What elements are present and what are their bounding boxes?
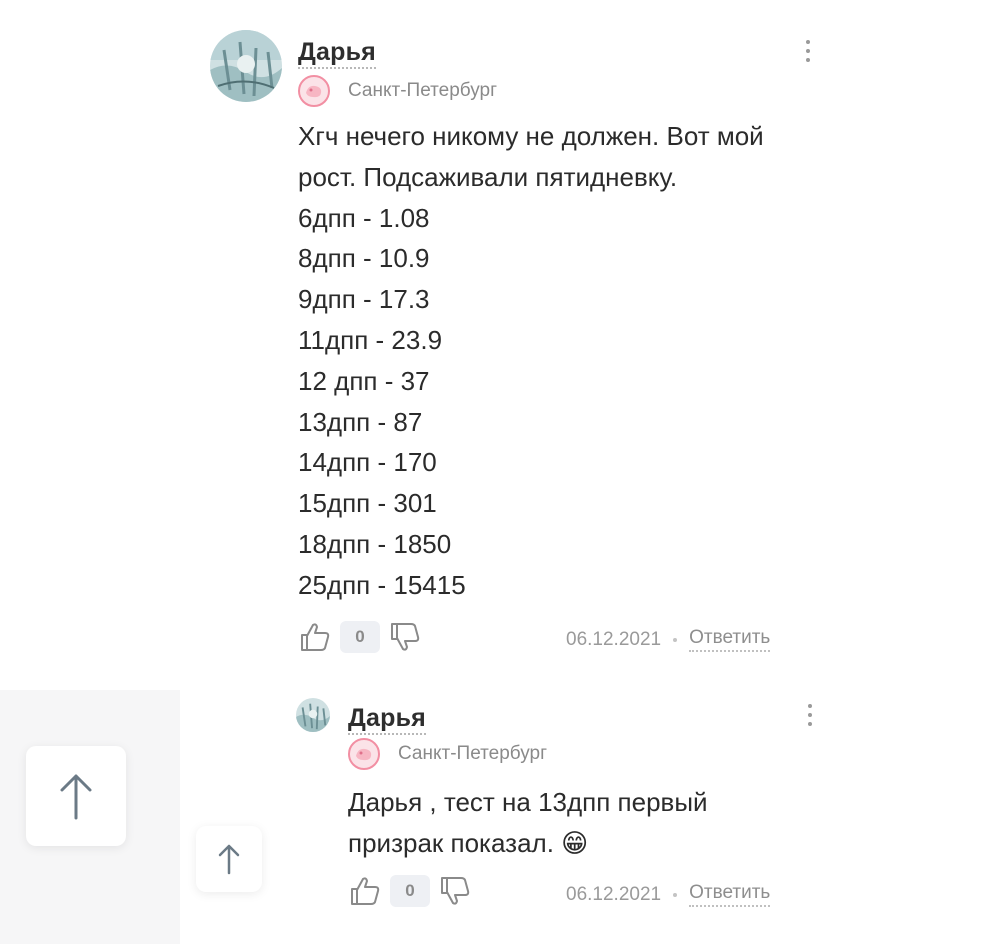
author-location: Санкт-Петербург xyxy=(348,738,547,770)
city-name: Санкт-Петербург xyxy=(348,80,498,101)
city-name: Санкт-Петербург xyxy=(398,743,548,764)
separator-dot xyxy=(673,892,678,897)
comment-line: Дарья , тест на 13дпп первый xyxy=(348,787,708,817)
comment-line: 13дпп - 87 xyxy=(298,406,423,437)
score-badge: 0 xyxy=(390,875,430,907)
comment-line: 18дпп - 1850 xyxy=(298,528,452,559)
comment-line: призрак показал. 😁 xyxy=(348,827,589,858)
vote-controls: 0 xyxy=(348,874,472,908)
comment-line: 25дпп - 15415 xyxy=(298,569,466,600)
comment-date: 06.12.2021 xyxy=(566,883,662,905)
reply-button[interactable]: Ответить xyxy=(689,882,771,907)
comment-date: 06.12.2021 xyxy=(566,628,662,650)
thumbs-up-icon[interactable] xyxy=(348,874,382,908)
comment-line: 15дпп - 301 xyxy=(298,488,437,519)
score-badge: 0 xyxy=(340,621,380,653)
thumbs-down-icon[interactable] xyxy=(438,874,472,908)
comment-line: 12 дпп - 37 xyxy=(298,365,430,396)
arrow-up-icon xyxy=(60,774,92,820)
comment-line: Хгч нечего никому не должен. Вот мой xyxy=(298,121,764,151)
more-vertical-icon[interactable] xyxy=(806,40,810,62)
arrow-up-icon xyxy=(218,844,240,875)
city-badge-icon xyxy=(298,75,330,107)
more-vertical-icon[interactable] xyxy=(808,704,812,726)
avatar[interactable] xyxy=(210,30,282,102)
scroll-to-top-button[interactable] xyxy=(196,826,262,892)
author-name[interactable]: Дарья xyxy=(298,38,376,69)
separator-dot xyxy=(673,637,678,642)
comment-line: 11дпп - 23.9 xyxy=(298,324,443,355)
comment-line: 14дпп - 170 xyxy=(298,447,437,478)
author-name[interactable]: Дарья xyxy=(348,704,426,735)
comment-meta: 06.12.2021 Ответить xyxy=(566,627,771,652)
thumbs-down-icon[interactable] xyxy=(388,620,422,654)
comment-text: Хгч нечего никому не должен. Вот мой рос… xyxy=(298,116,818,606)
comment-line: 6дпп - 1.08 xyxy=(298,202,430,233)
avatar[interactable] xyxy=(296,698,330,732)
scroll-to-top-button[interactable] xyxy=(26,746,126,846)
comment-line: рост. Подсаживали пятидневку. xyxy=(298,161,678,192)
comment-line: 8дпп - 10.9 xyxy=(298,243,430,274)
thumbs-up-icon[interactable] xyxy=(298,620,332,654)
comment-line: 9дпп - 17.3 xyxy=(298,284,430,315)
vote-controls: 0 xyxy=(298,620,422,654)
author-location: Санкт-Петербург xyxy=(298,75,497,107)
comment-text: Дарья , тест на 13дпп первый призрак пок… xyxy=(348,782,748,864)
comment-meta: 06.12.2021 Ответить xyxy=(566,882,771,907)
city-badge-icon xyxy=(348,738,380,770)
reply-button[interactable]: Ответить xyxy=(689,627,771,652)
